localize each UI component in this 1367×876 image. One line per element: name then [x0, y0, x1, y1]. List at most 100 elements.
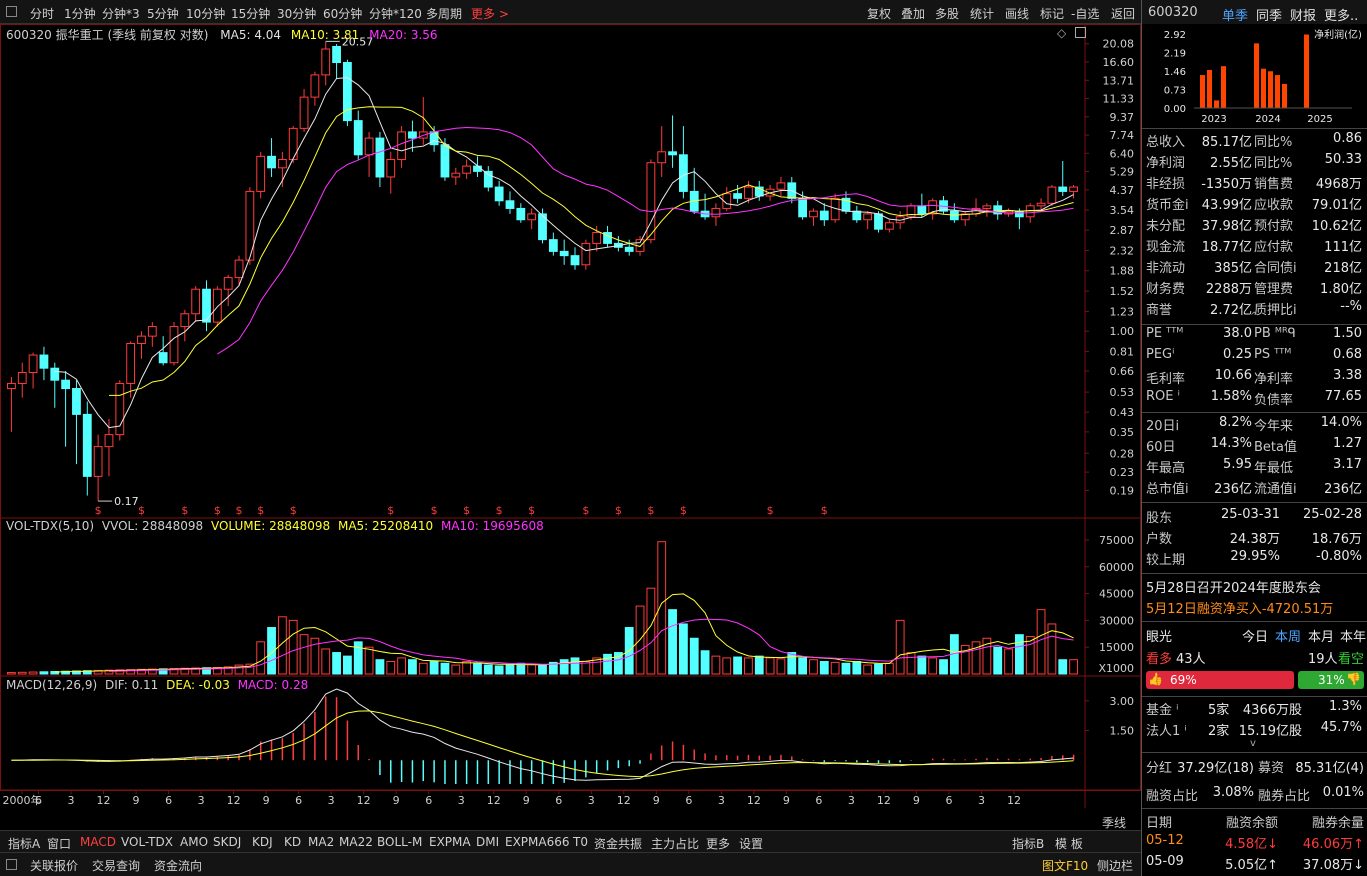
tab-settings[interactable]: 设置: [739, 835, 763, 852]
maximize-icon[interactable]: [1075, 27, 1086, 38]
tab-ma2[interactable]: MA2: [308, 835, 334, 849]
macd-label: 3.00: [1110, 695, 1135, 708]
volume-bar: [39, 671, 49, 675]
mini-xlabel: 2023: [1201, 114, 1226, 125]
stats-button[interactable]: 统计: [970, 5, 994, 22]
tab-more-right[interactable]: 更多..: [1324, 5, 1358, 24]
candle-body: [147, 326, 157, 337]
perf-row: 总市值i 236亿 流通值i 236亿: [1142, 478, 1367, 499]
period-1min[interactable]: 1分钟: [64, 5, 96, 22]
eye-tab-week[interactable]: 本周: [1275, 626, 1301, 645]
trade-query-button[interactable]: 交易查询: [92, 857, 140, 874]
perf-cell: 年最低: [1254, 461, 1294, 476]
val-row: PE ᵀᵀᴹ 38.0 PB ᴹᴿᑫ 1.50: [1142, 326, 1367, 347]
fin-row: 净利润 2.55亿 同比% 50.33: [1142, 152, 1367, 173]
val-cell: 净利率: [1254, 372, 1294, 387]
window-toggle-icon[interactable]: [6, 6, 17, 17]
period-120min[interactable]: 分钟*120: [369, 5, 422, 22]
draw-line-button[interactable]: 画线: [1005, 5, 1029, 22]
adjust-button[interactable]: 复权: [867, 5, 891, 22]
time-label: 12: [617, 794, 631, 807]
tab-more[interactable]: 更多: [706, 835, 730, 852]
volume-bar: [754, 655, 764, 675]
sidebar-toggle-button[interactable]: 侧边栏: [1097, 857, 1133, 874]
fin-row: 现金流 18.77亿 应付款 111亿: [1142, 236, 1367, 257]
period-intraday[interactable]: 分时: [30, 5, 54, 22]
period-30min[interactable]: 30分钟: [277, 5, 316, 22]
mini-xlabel: 2024: [1255, 114, 1280, 125]
bear-count: 19人: [1308, 652, 1338, 667]
mark-button[interactable]: 标记: [1040, 5, 1064, 22]
diamond-icon[interactable]: ◇: [1057, 26, 1066, 40]
period-more-button[interactable]: 更多 >: [471, 5, 509, 22]
overlay-button[interactable]: 叠加: [901, 5, 925, 22]
volume-bar: [386, 660, 396, 675]
tab-expma666[interactable]: EXPMA666: [505, 835, 570, 849]
tab-ma22[interactable]: MA22: [339, 835, 373, 849]
right-header: 600320 单季 同季 财报 更多..: [1142, 0, 1367, 24]
time-label: 9: [523, 794, 530, 807]
period-15min[interactable]: 15分钟: [231, 5, 270, 22]
tab-boll-m[interactable]: BOLL-M: [377, 835, 422, 849]
dividend-mark: $: [431, 504, 438, 517]
thumb-down-icon: 👎: [1346, 672, 1361, 686]
tab-indicator-a[interactable]: 指标A: [8, 835, 40, 852]
time-label: 6: [685, 794, 692, 807]
tab-amo[interactable]: AMO: [180, 835, 208, 849]
news-agm[interactable]: 5月28日召开2024年度股东会: [1142, 577, 1367, 598]
dividend-mark: $: [528, 504, 535, 517]
period-10min[interactable]: 10分钟: [186, 5, 225, 22]
news-margin[interactable]: 5月12日融资净买入-4720.51万: [1142, 598, 1367, 619]
tab-report[interactable]: 财报: [1290, 5, 1316, 24]
tab-macd[interactable]: MACD: [80, 835, 116, 849]
val-cell: 3.38: [1333, 368, 1362, 383]
period-60min[interactable]: 60分钟: [323, 5, 362, 22]
tab-expma[interactable]: EXPMA: [429, 835, 471, 849]
volume-bar: [1004, 648, 1013, 675]
bear-pct: 31%: [1318, 673, 1345, 687]
price-label: 2.87: [1110, 224, 1135, 237]
tab-skdj[interactable]: SKDJ: [213, 835, 241, 849]
eye-tab-month[interactable]: 本月: [1308, 626, 1334, 645]
expand-icon[interactable]: v: [1250, 738, 1256, 749]
dividend-mark: $: [181, 504, 188, 517]
fin-cell: 43.99亿: [1201, 198, 1252, 213]
fin-cell: --%: [1340, 299, 1362, 314]
volume-bar: [646, 587, 656, 675]
multi-stock-button[interactable]: 多股: [935, 5, 959, 22]
tab-window[interactable]: 窗口: [47, 835, 71, 852]
volume-bar: [1014, 634, 1024, 675]
fund-flow-button[interactable]: 资金流向: [154, 857, 202, 874]
perf-cell: 总市值i: [1146, 482, 1189, 497]
tab-single-quarter[interactable]: 单季: [1222, 5, 1248, 24]
eye-tab-year[interactable]: 本年: [1340, 626, 1366, 645]
tab-dmi[interactable]: DMI: [476, 835, 499, 849]
tab-template[interactable]: 模 板: [1055, 835, 1083, 852]
bear-ratio-bar[interactable]: 31% 👎: [1298, 671, 1364, 689]
eye-tab-today[interactable]: 今日: [1242, 626, 1268, 645]
back-button[interactable]: 返回: [1111, 5, 1135, 22]
tab-kdj[interactable]: KDJ: [252, 835, 273, 849]
bull-ratio-bar[interactable]: 👍 69%: [1146, 671, 1294, 689]
tab-vol-tdx[interactable]: VOL-TDX: [121, 835, 173, 849]
kline-chart[interactable]: 20.570.17$ $ $ $ $ $ $ $ $ $ $ $ $ $ $ $ $ $ 20.0816.6013…: [0, 24, 1141, 830]
tab-indicator-b[interactable]: 指标B: [1012, 835, 1044, 852]
candle-body: [72, 388, 81, 415]
institution-cell: 45.7%: [1320, 720, 1362, 735]
f10-button[interactable]: 图文F10: [1042, 857, 1088, 874]
period-3min[interactable]: 分钟*3: [102, 5, 140, 22]
collapse-icon[interactable]: ^: [1250, 311, 1258, 322]
candle-body: [310, 74, 320, 98]
tab-same-quarter[interactable]: 同季: [1256, 5, 1282, 24]
status-window-icon[interactable]: [6, 859, 17, 870]
tab-kd[interactable]: KD: [284, 835, 301, 849]
tab-fund-resonance[interactable]: 资金共振: [594, 835, 642, 852]
period-multi[interactable]: 多周期: [426, 5, 462, 22]
tab-main-ratio[interactable]: 主力占比: [651, 835, 699, 852]
dividend-mark: $: [496, 504, 503, 517]
fin-cell: 2.55亿: [1210, 156, 1252, 171]
period-5min[interactable]: 5分钟: [147, 5, 179, 22]
linked-quote-button[interactable]: 关联报价: [30, 857, 78, 874]
tab-t0[interactable]: T0: [573, 835, 588, 849]
watchlist-button[interactable]: -自选: [1071, 5, 1099, 22]
